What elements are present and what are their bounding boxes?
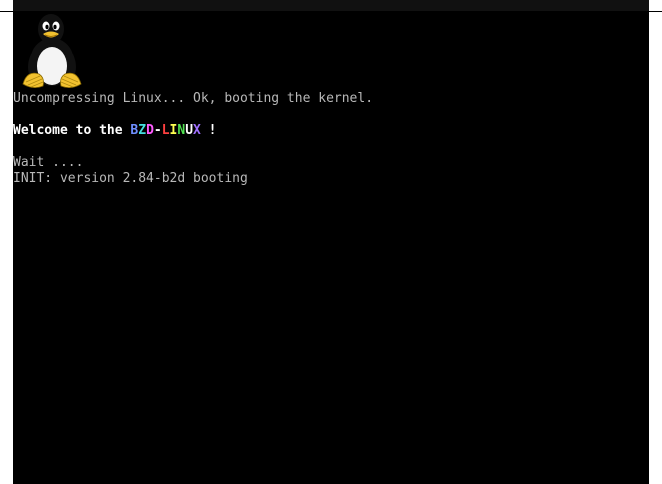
distro-letter: X <box>193 123 201 138</box>
distro-letter: U <box>185 123 194 138</box>
init-line: INIT: version 2.84-b2d booting <box>13 171 248 186</box>
top-rule-right <box>649 11 662 12</box>
welcome-suffix: ! <box>200 123 217 138</box>
distro-letter: - <box>153 123 162 138</box>
welcome-prefix: Welcome to the <box>13 123 131 138</box>
distro-name: BZD-LINUX <box>130 123 200 138</box>
tux-penguin-icon <box>22 14 82 88</box>
welcome-line: Welcome to the BZD-LINUX ! <box>13 123 217 139</box>
boot-console[interactable]: Uncompressing Linux... Ok, booting the k… <box>13 0 649 484</box>
distro-letter: D <box>146 123 154 138</box>
screen-frame: Uncompressing Linux... Ok, booting the k… <box>0 0 662 484</box>
top-rule-left <box>0 11 13 12</box>
distro-letter: Z <box>138 123 147 138</box>
wait-line: Wait .... <box>13 155 84 170</box>
distro-letter: L <box>161 123 170 138</box>
console-top-band <box>13 0 649 11</box>
uncompress-line: Uncompressing Linux... Ok, booting the k… <box>13 91 374 106</box>
